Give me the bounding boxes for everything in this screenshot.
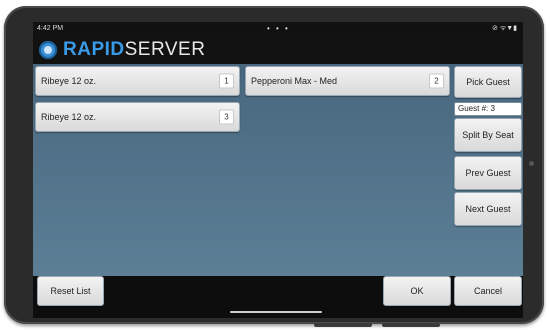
order-area: Ribeye 12 oz. 1 Pepperoni Max - Med 2 Ri…: [33, 64, 523, 276]
rapidserver-logo: RAPID SERVER: [39, 39, 206, 60]
order-item[interactable]: Ribeye 12 oz. 3: [35, 102, 240, 132]
order-item-qty: 3: [219, 109, 234, 125]
home-indicator[interactable]: [230, 311, 322, 313]
split-by-seat-button[interactable]: Split By Seat: [454, 118, 522, 152]
prev-guest-button[interactable]: Prev Guest: [454, 156, 522, 190]
gear-logo-icon: [39, 41, 57, 59]
logo-rapid-text: RAPID: [63, 39, 125, 60]
guest-number-field[interactable]: Guest #: 3: [454, 102, 522, 116]
volume-button: [314, 323, 372, 327]
status-icons: ⊘ ᯤ▼▮: [492, 25, 517, 32]
reset-list-button[interactable]: Reset List: [37, 276, 104, 306]
footer-bar: Reset List OK Cancel: [33, 276, 523, 318]
screen: 4:42 PM • • • ⊘ ᯤ▼▮ RAPID SERVER Ribeye …: [33, 22, 523, 318]
status-bar: 4:42 PM • • • ⊘ ᯤ▼▮: [33, 22, 523, 36]
ok-button[interactable]: OK: [383, 276, 451, 306]
pick-guest-button[interactable]: Pick Guest: [454, 66, 522, 98]
order-item-name: Ribeye 12 oz.: [41, 76, 97, 86]
order-item-name: Pepperoni Max - Med: [251, 76, 338, 86]
next-guest-button[interactable]: Next Guest: [454, 192, 522, 226]
status-time: 4:42 PM: [37, 25, 64, 32]
app-header: RAPID SERVER: [33, 36, 523, 64]
tablet-device: 4:42 PM • • • ⊘ ᯤ▼▮ RAPID SERVER Ribeye …: [4, 6, 544, 327]
order-item-qty: 2: [429, 73, 444, 89]
logo-server-text: SERVER: [124, 39, 206, 60]
power-button: [382, 323, 440, 327]
camera-dot: [529, 161, 534, 166]
order-item-qty: 1: [219, 73, 234, 89]
order-item-name: Ribeye 12 oz.: [41, 112, 97, 122]
order-item[interactable]: Pepperoni Max - Med 2: [245, 66, 450, 96]
status-dots: • • •: [267, 24, 290, 33]
order-item[interactable]: Ribeye 12 oz. 1: [35, 66, 240, 96]
cancel-button[interactable]: Cancel: [454, 276, 522, 306]
